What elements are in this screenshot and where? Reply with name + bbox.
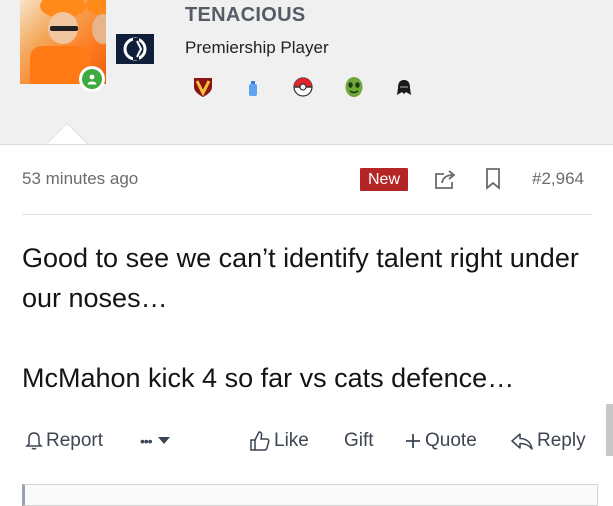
bookmark-icon[interactable]: [484, 167, 502, 191]
reply-button[interactable]: Reply: [510, 424, 586, 458]
bell-icon: [25, 432, 43, 450]
online-status-icon: [79, 66, 105, 92]
gift-button[interactable]: Gift: [344, 424, 374, 458]
quote-label: Quote: [425, 430, 477, 451]
like-button[interactable]: Like: [249, 424, 309, 458]
more-label: •••: [140, 433, 153, 449]
alien-badge-icon[interactable]: [344, 76, 364, 103]
club-logo-icon: [116, 34, 154, 64]
reply-label: Reply: [537, 430, 586, 451]
reply-arrow-icon: [511, 433, 533, 450]
bottle-badge-icon[interactable]: [248, 81, 258, 102]
user-title: Premiership Player: [185, 38, 329, 57]
new-badge: New: [360, 168, 408, 191]
post-actions: Report ••• Like Gift Quote Reply: [0, 424, 613, 460]
like-label: Like: [274, 430, 309, 451]
post-line: McMahon kick 4 so far vs cats defence…: [22, 363, 515, 393]
post-content: Good to see we can’t identify talent rig…: [22, 238, 602, 398]
post-line: Good to see we can’t identify talent rig…: [22, 243, 579, 313]
post-number-link[interactable]: #2,964: [532, 169, 584, 189]
header-pointer: [46, 123, 88, 144]
report-label: Report: [46, 430, 104, 451]
post-timestamp[interactable]: 53 minutes ago: [22, 169, 138, 189]
share-icon[interactable]: [434, 168, 458, 190]
plus-icon: [406, 434, 420, 448]
gift-label: Gift: [344, 430, 374, 451]
shield-v-badge-icon[interactable]: [192, 76, 214, 103]
pokeball-badge-icon[interactable]: [293, 77, 313, 102]
more-options-button[interactable]: •••: [140, 424, 173, 458]
thumbs-up-icon: [250, 431, 270, 451]
caret-down-icon: [157, 437, 170, 444]
divider: [22, 214, 592, 215]
darth-vader-badge-icon[interactable]: [397, 80, 411, 101]
report-button[interactable]: Report: [25, 424, 103, 458]
reply-preview-box[interactable]: [22, 484, 598, 506]
username[interactable]: TENACIOUS: [185, 4, 305, 27]
quote-button[interactable]: Quote: [404, 424, 477, 458]
